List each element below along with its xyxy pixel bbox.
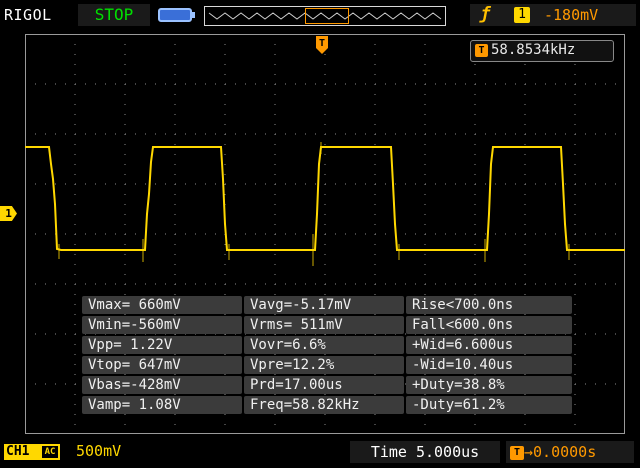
measurement-cell: Vamp= 1.08V [82,396,242,414]
measurement-cell: Vmin=-560mV [82,316,242,334]
measurement-cell: Vpp= 1.22V [82,336,242,354]
trigger-position[interactable]: T →0.0000s [506,441,634,463]
ch1-label-text: CH1 [6,444,30,459]
timebase[interactable]: Time 5.000us [350,441,500,463]
measurement-cell: Vtop= 647mV [82,356,242,374]
trigger-position-arrow: → [524,443,534,461]
measurement-cell: Vbas=-428mV [82,376,242,394]
ac-coupling-icon: AC [42,446,58,458]
measurement-row: Vmax= 660mV Vavg=-5.17mV Rise<700.0ns [82,296,572,314]
measurement-cell: -Wid=10.40us [406,356,572,374]
measurement-cell: Vovr=6.6% [244,336,404,354]
measurement-cell: Rise<700.0ns [406,296,572,314]
measurement-row: Vtop= 647mV Vpre=12.2% -Wid=10.40us [82,356,572,374]
trigger-level: -180mV [544,6,599,24]
ch1-label[interactable]: CH1 AC [4,444,60,460]
frequency-counter: T 58.8534kHz [470,40,614,62]
trigger-position-marker: T [316,36,328,54]
memory-view-window [305,8,349,24]
measurement-row: Vpp= 1.22V Vovr=6.6% +Wid=6.600us [82,336,572,354]
measurement-cell: Vavg=-5.17mV [244,296,404,314]
trigger-position-icon: T [510,445,524,460]
usb-icon [158,8,195,22]
measurement-row: Vmin=-560mV Vrms= 511mV Fall<600.0ns [82,316,572,334]
trigger-edge-rising-icon: ƒ [480,4,491,24]
waveform-display: T [25,34,625,434]
frequency-counter-value: 58.8534kHz [491,42,576,58]
run-stop-status[interactable]: STOP [78,4,150,26]
measurement-cell: Vpre=12.2% [244,356,404,374]
trigger-position-marker-label: T [319,38,325,49]
brand-logo: RIGOL [4,6,52,24]
measurement-row: Vamp= 1.08V Freq=58.82kHz -Duty=61.2% [82,396,572,414]
ch1-vertical-scale[interactable]: 500mV [76,442,121,460]
measurement-cell: Freq=58.82kHz [244,396,404,414]
measurement-cell: Vmax= 660mV [82,296,242,314]
trigger-panel[interactable]: ƒ 1 -180mV [470,4,636,26]
measurement-cell: -Duty=61.2% [406,396,572,414]
trace-noise [58,142,570,266]
measurement-cell: Prd=17.00us [244,376,404,394]
measurement-cell: +Wid=6.600us [406,336,572,354]
trigger-position-value: 0.0000s [533,443,597,461]
memory-depth-bar [204,6,446,26]
measurement-cell: Vrms= 511mV [244,316,404,334]
measurement-cell: +Duty=38.8% [406,376,572,394]
measurement-cell: Fall<600.0ns [406,316,572,334]
graticule [25,34,625,434]
ch1-ground-marker[interactable]: 1 [0,206,17,221]
measurement-row: Vbas=-428mV Prd=17.00us +Duty=38.8% [82,376,572,394]
frequency-counter-icon: T [475,44,488,57]
trigger-source-badge: 1 [514,7,530,23]
